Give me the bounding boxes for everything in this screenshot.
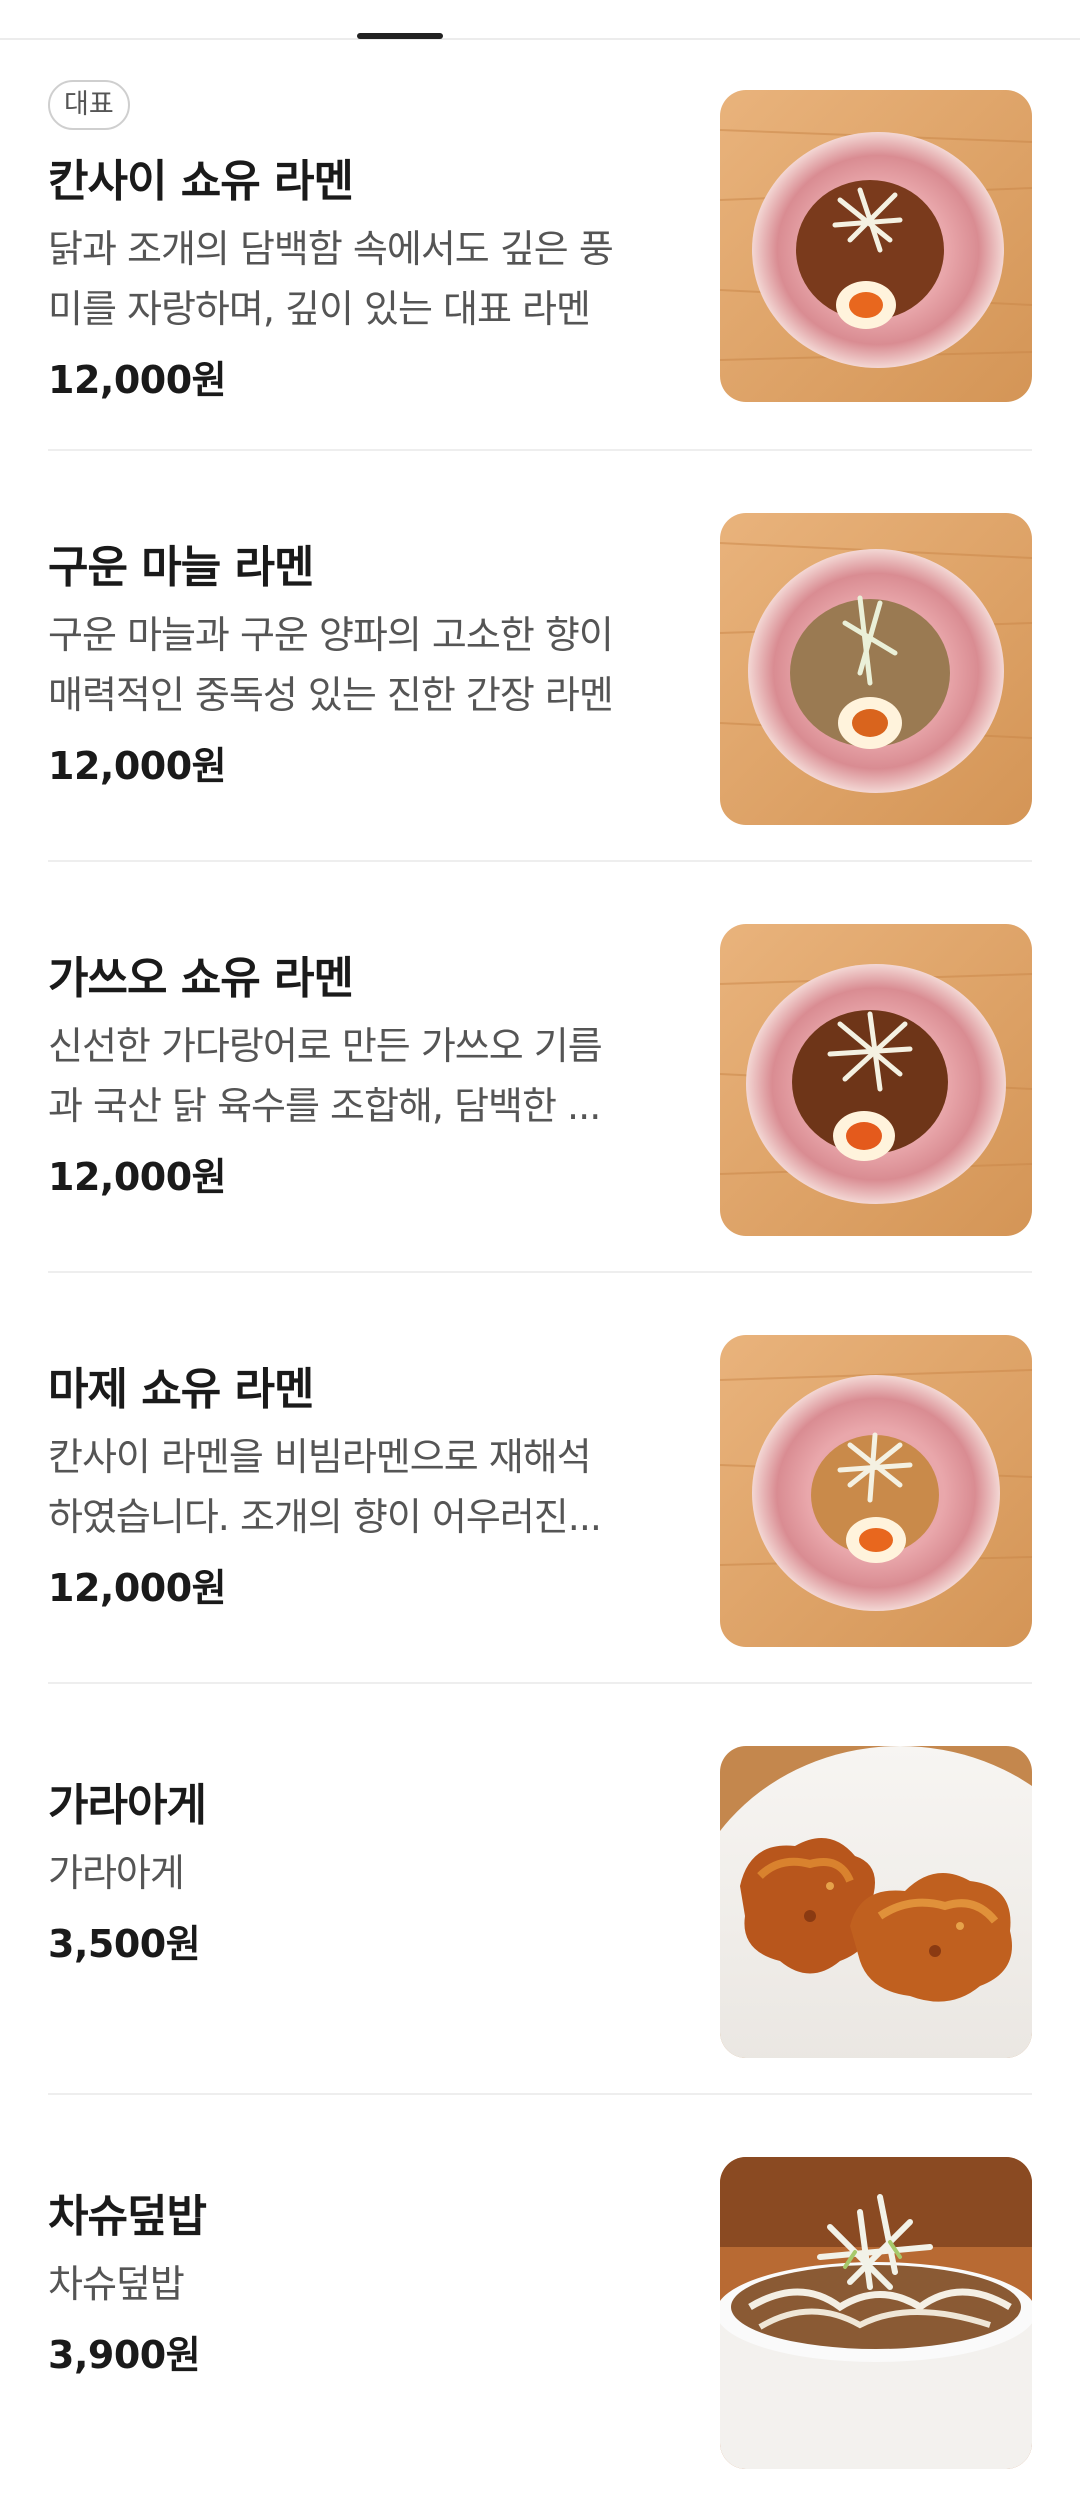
menu-item-description: 닭과 조개의 담백함 속에서도 깊은 풍 미를 자랑하며, 깊이 있는 대표 라…: [48, 227, 614, 331]
menu-item-price: 12,000원: [48, 1155, 227, 1199]
menu-item-description: 가라아게: [48, 1851, 185, 1895]
top-tab-bar: [0, 0, 1080, 40]
menu-item[interactable]: 구운 마늘 라멘 구운 마늘과 구운 양파의 고소한 향이 매력적인 중독성 있…: [0, 451, 1080, 862]
menu-item-description: 구운 마늘과 구운 양파의 고소한 향이 매력적인 중독성 있는 진한 간장 라…: [48, 613, 614, 717]
menu-item[interactable]: 대표 칸사이 쇼유 라멘 닭과 조개의 담백함 속에서도 깊은 풍 미를 자랑하…: [0, 40, 1080, 451]
menu-item-description: 신선한 가다랑어로 만든 가쓰오 기름 과 국산 닭 육수를 조합해, 담백한 …: [48, 1024, 603, 1128]
menu-item[interactable]: 가쓰오 쇼유 라멘 신선한 가다랑어로 만든 가쓰오 기름 과 국산 닭 육수를…: [0, 862, 1080, 1273]
menu-item-title: 구운 마늘 라멘: [48, 542, 315, 593]
ramen-bowl-image[interactable]: [720, 924, 1032, 1236]
ramen-bowl-image[interactable]: [720, 90, 1032, 402]
fried-chicken-image[interactable]: [720, 1746, 1032, 2058]
menu-item-title: 마제 쇼유 라멘: [48, 1364, 315, 1415]
menu-item-price: 3,500원: [48, 1922, 201, 1966]
chashu-rice-bowl-image[interactable]: [720, 2157, 1032, 2469]
ramen-bowl-image[interactable]: [720, 513, 1032, 825]
menu-item[interactable]: 가라아게 가라아게 3,500원: [0, 1684, 1080, 2095]
menu-item-price: 3,900원: [48, 2333, 201, 2377]
menu-item-description: 칸사이 라멘을 비빔라멘으로 재해석 하였습니다. 조개의 향이 어우러진...: [48, 1435, 602, 1539]
menu-item-description: 차슈덮밥: [48, 2262, 185, 2306]
mazeman-bowl-image[interactable]: [720, 1335, 1032, 1647]
menu-item-title: 칸사이 쇼유 라멘: [48, 156, 354, 207]
menu-item[interactable]: 마제 쇼유 라멘 칸사이 라멘을 비빔라멘으로 재해석 하였습니다. 조개의 향…: [0, 1273, 1080, 1684]
menu-item-price: 12,000원: [48, 358, 227, 402]
menu-item-title: 가라아게: [48, 1780, 207, 1831]
menu-item-price: 12,000원: [48, 1566, 227, 1610]
menu-item-title: 차슈덮밥: [48, 2191, 207, 2242]
menu-item[interactable]: 차슈덮밥 차슈덮밥 3,900원: [0, 2095, 1080, 2494]
active-tab-indicator: [357, 33, 443, 39]
menu-item-title: 가쓰오 쇼유 라멘: [48, 953, 354, 1004]
menu-item-price: 12,000원: [48, 744, 227, 788]
signature-badge: 대표: [48, 80, 130, 130]
